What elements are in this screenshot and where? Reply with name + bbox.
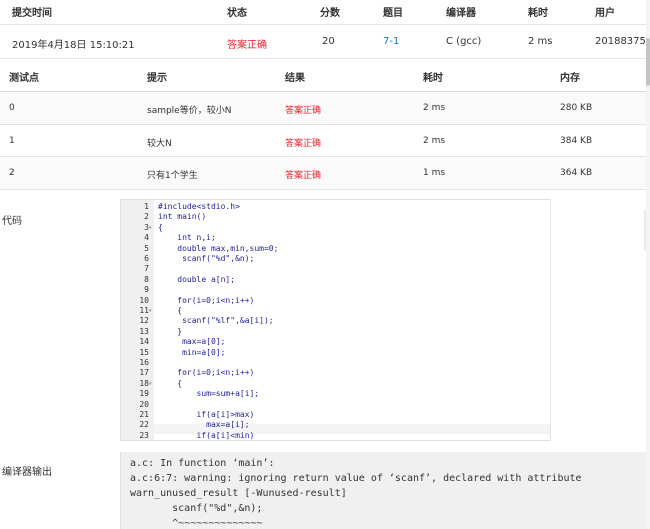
test-id: 0 bbox=[9, 103, 15, 113]
page-scrollbar[interactable] bbox=[646, 0, 650, 529]
code-line: #include<stdio.h> bbox=[158, 202, 240, 211]
line-number: 18 bbox=[139, 378, 149, 388]
submit-time: 2019年4月18日 15:10:21 bbox=[12, 40, 135, 51]
line-number: 2 bbox=[144, 212, 149, 222]
header-compiler: 编译器 bbox=[446, 8, 476, 19]
header-test-duration: 耗时 bbox=[423, 73, 443, 84]
code-line: int main() bbox=[158, 212, 207, 222]
line-number: 3 bbox=[144, 222, 149, 232]
line-number: 16 bbox=[139, 358, 149, 367]
code-label: 代码 bbox=[2, 216, 22, 227]
test-result: 答案正确 bbox=[285, 139, 322, 149]
code-line: { bbox=[158, 378, 183, 388]
code-line: min=a[0]; bbox=[158, 347, 226, 357]
code-line: if(a[i]<min) bbox=[158, 430, 255, 440]
header-submit-time: 提交时间 bbox=[12, 8, 52, 19]
header-hint: 提示 bbox=[147, 73, 167, 84]
test-id: 1 bbox=[9, 136, 15, 146]
code-line: max=a[0]; bbox=[158, 337, 226, 347]
table-row: 0 sample等价，较小N 答案正确 2 ms 280 KB bbox=[0, 92, 646, 124]
submit-compiler: C (gcc) bbox=[446, 36, 482, 47]
code-line: double a[n]; bbox=[158, 274, 236, 284]
row-divider bbox=[0, 58, 650, 59]
line-number: 15 bbox=[139, 347, 149, 357]
code-line: int n,i; bbox=[158, 233, 216, 243]
code-line: { bbox=[158, 222, 163, 232]
fold-toggle-icon[interactable]: ▾ bbox=[149, 381, 152, 387]
line-number: 21 bbox=[139, 410, 149, 419]
line-number: 8 bbox=[144, 274, 149, 284]
problem-link[interactable]: 7-1 bbox=[383, 36, 399, 47]
line-number: 1 bbox=[144, 202, 149, 211]
header-test-id: 测试点 bbox=[9, 73, 39, 84]
code-line: for(i=0;i<n;i++) bbox=[158, 295, 255, 305]
line-number: 14 bbox=[139, 337, 149, 347]
submit-user: 20188375 bbox=[595, 36, 646, 47]
line-number: 13 bbox=[139, 326, 149, 336]
header-divider bbox=[0, 24, 650, 25]
test-hint: 只有1个学生 bbox=[147, 171, 198, 181]
line-number: 19 bbox=[139, 389, 149, 399]
table-row: 2 只有1个学生 答案正确 1 ms 364 KB bbox=[0, 157, 646, 189]
header-duration: 耗时 bbox=[528, 8, 548, 19]
test-memory: 364 KB bbox=[560, 168, 593, 178]
test-duration: 1 ms bbox=[423, 168, 446, 178]
line-number: 5 bbox=[144, 243, 149, 253]
code-line: double max,min,sum=0; bbox=[158, 243, 279, 253]
table-row: 1 较大N 答案正确 2 ms 384 KB bbox=[0, 125, 646, 157]
line-number: 7 bbox=[144, 264, 149, 274]
code-editor[interactable]: 1 2 3 ▾ 4 5 6 7 8 9 10 11 ▾ 12 13 14 15 16 17 18 ▾ 19 20 21 22 23… bbox=[120, 199, 551, 441]
line-number: 20 bbox=[139, 399, 149, 409]
header-user: 用户 bbox=[595, 8, 615, 19]
compiler-output-line: a.c: In function ‘main’: bbox=[130, 458, 275, 469]
code-line: } bbox=[158, 326, 183, 336]
fold-toggle-icon[interactable]: ▾ bbox=[149, 308, 152, 314]
compiler-output: a.c: In function ‘main’: a.c:6:7: warning… bbox=[120, 452, 650, 529]
submission-page: { "submission_table": { "headers": {"tim… bbox=[0, 0, 650, 529]
compiler-output-line: a.c:6:7: warning: ignoring return value … bbox=[130, 473, 582, 484]
compiler-output-line: ^~~~~~~~~~~~~~~ bbox=[130, 518, 263, 529]
code-line: if(a[i]>max) bbox=[158, 410, 255, 419]
test-memory: 384 KB bbox=[560, 136, 593, 146]
test-hint: 较大N bbox=[147, 139, 172, 149]
header-memory: 内存 bbox=[560, 73, 580, 84]
header-score: 分数 bbox=[320, 8, 340, 19]
line-number: 11 bbox=[139, 306, 149, 315]
line-number: 9 bbox=[144, 285, 149, 295]
code-line: max=a[i]; bbox=[158, 420, 250, 430]
code-line: for(i=0;i<n;i++) bbox=[158, 368, 255, 378]
code-line: scanf("%lf",&a[i]); bbox=[158, 316, 274, 326]
line-number: 22 bbox=[139, 420, 149, 430]
test-id: 2 bbox=[9, 168, 15, 178]
line-number: 6 bbox=[144, 254, 149, 263]
compiler-output-line: warn_unused_result [-Wunused-result] bbox=[130, 488, 347, 499]
submit-score: 20 bbox=[322, 36, 335, 47]
compiler-output-label: 编译器输出 bbox=[2, 467, 52, 478]
line-number-gutter: 1 2 3 ▾ 4 5 6 7 8 9 10 11 ▾ 12 13 14 15 16 17 18 ▾ 19 20 21 22 23 bbox=[121, 200, 154, 440]
submit-status: 答案正确 bbox=[227, 40, 267, 51]
test-memory: 280 KB bbox=[560, 103, 593, 113]
line-number: 10 bbox=[139, 295, 149, 305]
test-duration: 2 ms bbox=[423, 103, 446, 113]
test-hint: sample等价，较小N bbox=[147, 106, 232, 116]
code-line: sum=sum+a[i]; bbox=[158, 389, 260, 399]
test-result: 答案正确 bbox=[285, 171, 322, 181]
scrollbar-thumb[interactable] bbox=[646, 38, 650, 86]
fold-toggle-icon[interactable]: ▾ bbox=[149, 225, 152, 231]
line-number: 4 bbox=[144, 233, 149, 243]
line-number: 17 bbox=[139, 368, 149, 378]
row-divider bbox=[0, 189, 650, 190]
submit-duration: 2 ms bbox=[528, 36, 553, 47]
code-line: scanf("%d",&n); bbox=[158, 254, 255, 263]
line-number: 12 bbox=[139, 316, 149, 326]
test-result: 答案正确 bbox=[285, 106, 322, 116]
compiler-output-line: scanf("%d",&n); bbox=[130, 503, 263, 514]
code-line: { bbox=[158, 306, 183, 315]
test-duration: 2 ms bbox=[423, 136, 446, 146]
line-number: 23 bbox=[139, 430, 149, 440]
header-status: 状态 bbox=[227, 8, 247, 19]
header-problem: 题目 bbox=[383, 8, 403, 19]
header-result: 结果 bbox=[285, 73, 305, 84]
